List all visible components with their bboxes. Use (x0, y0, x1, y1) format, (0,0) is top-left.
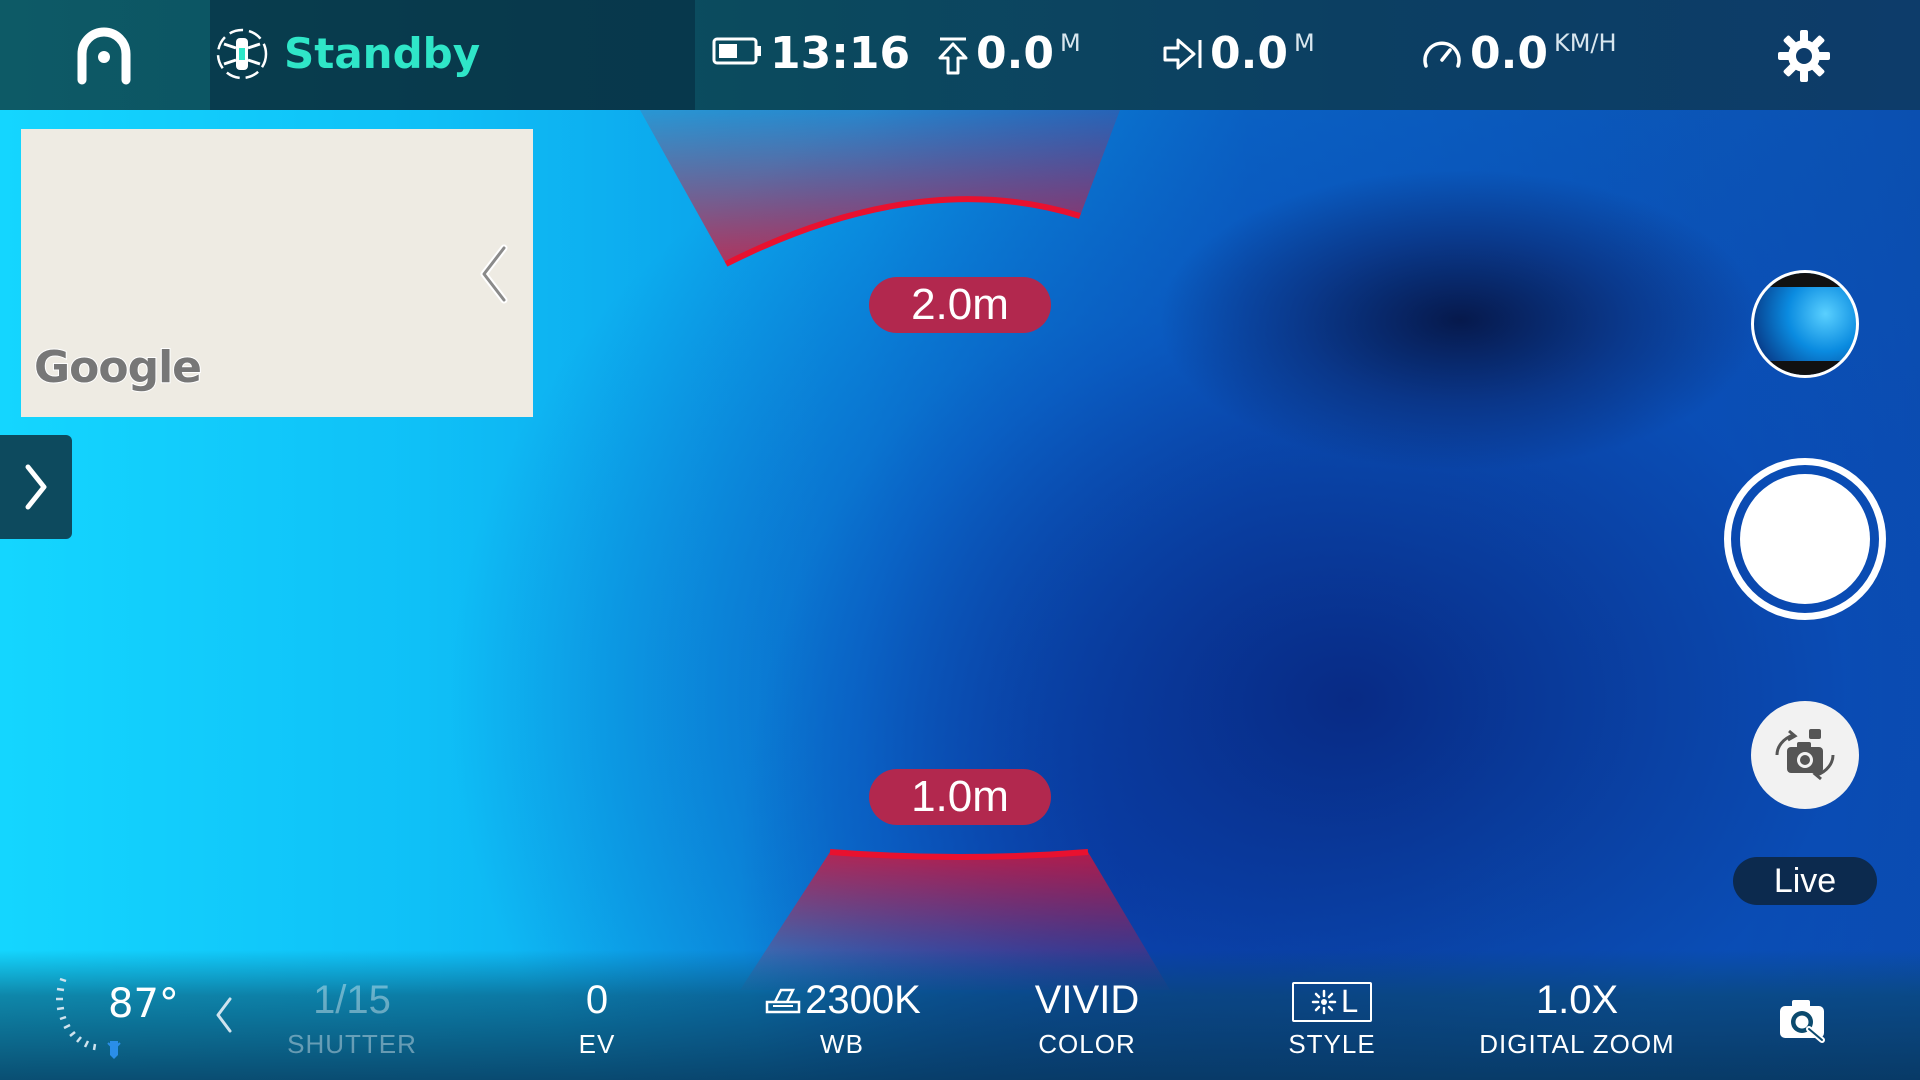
thumbnail-letterbox-top (1754, 273, 1856, 287)
altitude-unit: M (1059, 29, 1081, 57)
ev-setting[interactable]: 0 EV (487, 975, 707, 1061)
speed-unit: KM/H (1553, 29, 1617, 57)
white-balance-label: WB (820, 1029, 864, 1059)
battery-icon (712, 37, 761, 65)
camera-switch-icon (1775, 729, 1835, 781)
white-balance-icon (765, 988, 801, 1014)
color-profile-value: VIVID (1034, 978, 1140, 1022)
distance-value: 0.0 (1210, 28, 1288, 79)
settings-scroll-left-button[interactable] (212, 995, 236, 1035)
chevron-right-icon (25, 464, 47, 510)
shutter-button[interactable] (1724, 458, 1886, 620)
camera-search-icon (1780, 1000, 1825, 1043)
chevron-left-icon (480, 244, 508, 304)
style-value: L (1340, 984, 1358, 1020)
altitude-value: 0.0 (976, 28, 1054, 79)
battery-time-readout: 13:16 (712, 28, 910, 80)
color-profile-setting[interactable]: VIVID COLOR (977, 975, 1197, 1061)
side-panel-expand-button[interactable] (0, 435, 72, 539)
media-gallery-button[interactable] (1751, 270, 1859, 378)
ev-value: 0 (585, 978, 609, 1022)
altitude-up-arrow-icon (938, 37, 968, 75)
thumbnail-letterbox-bottom (1754, 361, 1856, 375)
front-obstacle-sensor-zone (640, 110, 1120, 267)
digital-zoom-value: 1.0X (1535, 978, 1619, 1022)
camera-settings-button[interactable] (1776, 996, 1832, 1044)
color-profile-label: COLOR (1038, 1029, 1136, 1059)
shutter-button-inner (1740, 474, 1870, 604)
sparkle-icon (1311, 989, 1336, 1015)
settings-button[interactable] (1776, 28, 1832, 84)
white-balance-setting[interactable]: 2300K WB (732, 975, 952, 1061)
chevron-left-icon (216, 997, 232, 1033)
gimbal-angle-value: 87° (108, 981, 179, 1027)
home-arch-icon (77, 27, 131, 85)
speedometer-icon (1423, 41, 1461, 68)
drone-icon (214, 26, 270, 82)
battery-time-value: 13:16 (770, 28, 911, 79)
shutter-speed-label: SHUTTER (287, 1029, 417, 1059)
ev-label: EV (578, 1029, 616, 1059)
camera-mode-switch-button[interactable] (1751, 701, 1859, 809)
distance-arrow-icon (1163, 38, 1202, 70)
rear-obstacle-distance: 1.0m (869, 769, 1051, 825)
flight-status-label: Standby (284, 29, 481, 78)
style-label: STYLE (1288, 1029, 1376, 1059)
speed-readout: 0.0 KM/H (1420, 28, 1617, 80)
digital-zoom-setting[interactable]: 1.0X DIGITAL ZOOM (1467, 975, 1687, 1061)
white-balance-value: 2300K (805, 978, 921, 1022)
map-provider-logo: Google (33, 341, 203, 394)
style-setting[interactable]: L STYLE (1222, 975, 1442, 1061)
gear-icon (1778, 30, 1830, 82)
style-indicator: L (1292, 982, 1372, 1022)
home-button[interactable] (70, 24, 138, 86)
altitude-readout: 0.0 M (936, 28, 1081, 80)
minimap-collapse-button[interactable] (474, 244, 514, 304)
live-stream-button[interactable]: Live (1733, 857, 1877, 905)
front-obstacle-distance: 2.0m (869, 277, 1051, 333)
shutter-speed-value: 1/15 (313, 978, 391, 1022)
distance-unit: M (1293, 29, 1315, 57)
speed-value: 0.0 (1470, 28, 1548, 79)
shutter-speed-setting[interactable]: 1/15 SHUTTER (242, 975, 462, 1061)
digital-zoom-label: DIGITAL ZOOM (1479, 1029, 1675, 1059)
distance-readout: 0.0 M (1162, 28, 1315, 80)
